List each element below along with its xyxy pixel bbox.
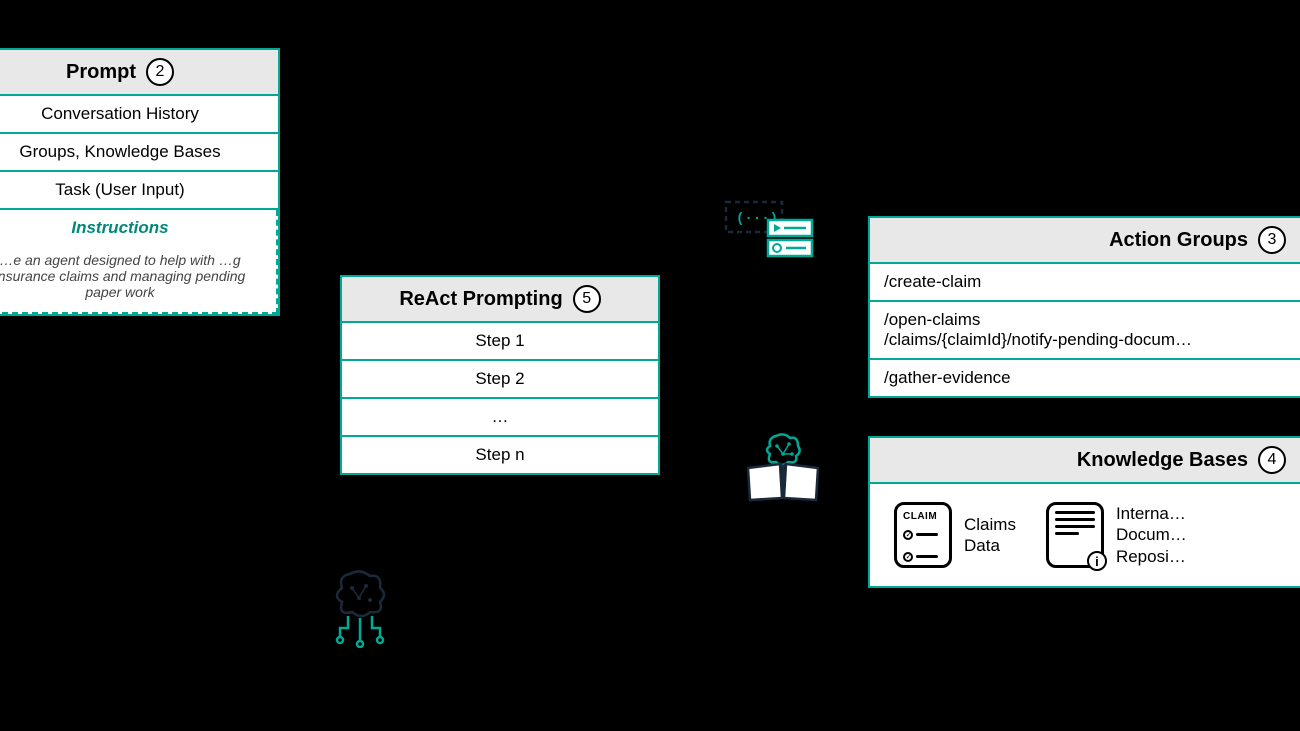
kb-item: i Interna… Docum… Reposi… — [1046, 502, 1187, 568]
action-groups-panel: Action Groups 3 /create-claim /open-clai… — [868, 216, 1300, 398]
react-title: ReAct Prompting — [399, 288, 562, 311]
knowledge-bases-badge: 4 — [1258, 446, 1286, 474]
action-row: /open-claims /claims/{claimId}/notify-pe… — [870, 302, 1300, 360]
knowledge-bases-panel: Knowledge Bases 4 CLAIM Claims Data i In… — [868, 436, 1300, 588]
brain-circuit-icon — [328, 568, 392, 648]
kb-label: Interna… Docum… Reposi… — [1116, 503, 1187, 567]
react-header: ReAct Prompting 5 — [342, 277, 658, 323]
react-step: … — [342, 399, 658, 437]
prompt-row: Groups, Knowledge Bases — [0, 134, 278, 172]
react-step: Step n — [342, 437, 658, 473]
react-badge: 5 — [573, 285, 601, 313]
react-step: Step 1 — [342, 323, 658, 361]
code-action-icon: (···) — [724, 200, 814, 260]
claim-doc-icon: CLAIM — [894, 502, 952, 568]
doc-info-icon: i — [1046, 502, 1104, 568]
kb-label: Claims Data — [964, 514, 1016, 557]
brain-book-icon — [744, 432, 822, 502]
prompt-panel: Prompt 2 Conversation History Groups, Kn… — [0, 48, 280, 316]
action-row: /gather-evidence — [870, 360, 1300, 396]
knowledge-bases-title: Knowledge Bases — [1077, 449, 1248, 472]
prompt-row: Conversation History — [0, 96, 278, 134]
react-panel: ReAct Prompting 5 Step 1 Step 2 … Step n — [340, 275, 660, 475]
instructions-label: Instructions — [0, 210, 276, 246]
prompt-row: Task (User Input) — [0, 172, 278, 210]
instructions-body: …e an agent designed to help with …g ins… — [0, 246, 276, 312]
kb-item: CLAIM Claims Data — [894, 502, 1016, 568]
prompt-header: Prompt 2 — [0, 50, 278, 96]
prompt-badge: 2 — [146, 58, 174, 86]
react-step: Step 2 — [342, 361, 658, 399]
knowledge-bases-header: Knowledge Bases 4 — [870, 438, 1300, 484]
action-groups-title: Action Groups — [1109, 229, 1248, 252]
action-groups-badge: 3 — [1258, 226, 1286, 254]
action-row: /create-claim — [870, 264, 1300, 302]
action-groups-header: Action Groups 3 — [870, 218, 1300, 264]
prompt-title: Prompt — [66, 61, 136, 84]
knowledge-bases-body: CLAIM Claims Data i Interna… Docum… Repo… — [870, 484, 1300, 586]
